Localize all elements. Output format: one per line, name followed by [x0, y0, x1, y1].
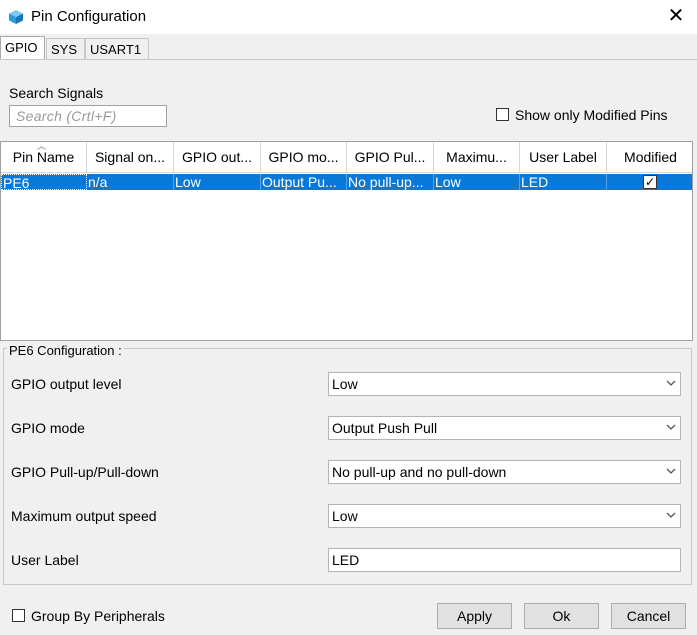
tab-bar: GPIO SYS USART1 — [0, 36, 697, 61]
chevron-down-icon — [666, 424, 676, 430]
tab-sys[interactable]: SYS — [46, 38, 85, 60]
column-header-gpio-output[interactable]: GPIO out... — [174, 142, 261, 173]
chevron-down-icon — [666, 512, 676, 518]
pin-table: ︿ Pin Name Signal on... GPIO out... GPIO… — [0, 141, 693, 341]
cell-gpio-mode: Output Pu... — [261, 174, 347, 190]
table-row[interactable]: PE6 n/a Low Output Pu... No pull-up... L… — [1, 174, 692, 190]
cell-signal: n/a — [87, 174, 174, 190]
cancel-button[interactable]: Cancel — [611, 603, 686, 629]
cell-max-speed: Low — [434, 174, 520, 190]
gpio-mode-select[interactable]: Output Push Pull — [328, 416, 681, 440]
output-level-label: GPIO output level — [11, 376, 122, 392]
chevron-down-icon — [666, 380, 676, 386]
search-label: Search Signals — [9, 85, 104, 101]
cell-pin-name: PE6 — [1, 174, 87, 190]
column-header-user-label[interactable]: User Label — [520, 142, 607, 173]
app-cube-icon — [9, 10, 23, 24]
cell-gpio-pull: No pull-up... — [347, 174, 434, 190]
column-header-gpio-pull[interactable]: GPIO Pul... — [347, 142, 434, 173]
column-header-signal[interactable]: Signal on... — [87, 142, 174, 173]
speed-label: Maximum output speed — [11, 508, 157, 524]
apply-button[interactable]: Apply — [437, 603, 512, 629]
group-by-checkbox[interactable] — [12, 609, 25, 622]
gpio-mode-label: GPIO mode — [11, 420, 85, 436]
output-level-select[interactable]: Low — [328, 372, 681, 396]
group-by-label: Group By Peripherals — [31, 608, 165, 624]
cell-gpio-output: Low — [174, 174, 261, 190]
tab-usart1[interactable]: USART1 — [85, 38, 149, 60]
search-input[interactable]: Search (Crtl+F) — [9, 105, 167, 127]
ok-button[interactable]: Ok — [524, 603, 599, 629]
pull-label: GPIO Pull-up/Pull-down — [11, 464, 159, 480]
column-header-modified[interactable]: Modified — [607, 142, 692, 173]
user-label-input[interactable]: LED — [328, 548, 681, 572]
search-panel — [0, 59, 697, 142]
user-label-label: User Label — [11, 552, 79, 568]
window-title: Pin Configuration — [31, 8, 147, 25]
close-icon[interactable]: ✕ — [666, 6, 686, 26]
tab-gpio[interactable]: GPIO — [0, 36, 45, 61]
chevron-down-icon — [666, 468, 676, 474]
modified-checkbox[interactable]: ✓ — [643, 175, 657, 189]
sort-up-icon: ︿ — [37, 142, 47, 151]
pull-select[interactable]: No pull-up and no pull-down — [328, 460, 681, 484]
column-header-pin-name[interactable]: ︿ Pin Name — [1, 142, 87, 173]
show-modified-checkbox[interactable] — [496, 108, 509, 121]
config-title: PE6 Configuration : — [7, 343, 124, 358]
column-header-gpio-mode[interactable]: GPIO mo... — [261, 142, 347, 173]
column-header-max-speed[interactable]: Maximu... — [434, 142, 520, 173]
show-modified-label: Show only Modified Pins — [515, 107, 668, 123]
cell-user-label: LED — [520, 174, 607, 190]
speed-select[interactable]: Low — [328, 504, 681, 528]
